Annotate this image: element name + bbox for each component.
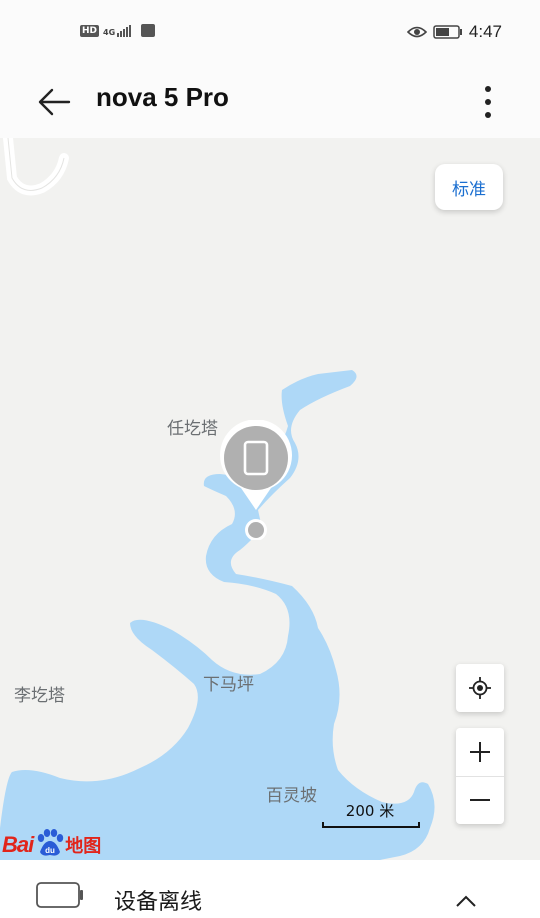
device-status-label: 设备离线	[114, 890, 203, 915]
page-title: nova 5 Pro	[96, 82, 229, 112]
back-button[interactable]	[30, 78, 78, 126]
expand-panel-button[interactable]	[448, 894, 484, 918]
map-style-button[interactable]: 标准	[435, 164, 503, 210]
crosshair-icon	[469, 677, 491, 699]
road-line	[3, 138, 69, 196]
network-icon: 4G	[103, 24, 132, 37]
status-icons-right: 4:47	[406, 22, 502, 42]
more-options-button[interactable]	[468, 78, 508, 126]
plus-icon	[470, 742, 490, 762]
zoom-in-button[interactable]	[456, 728, 504, 777]
notification-icon	[141, 24, 156, 37]
svg-text:du: du	[45, 846, 55, 855]
device-info-panel: 设备离线	[0, 860, 540, 915]
map-view[interactable]: 任圪塔 下马坪 李圪塔 百灵坡 标准 200 米 Bai du 地图	[0, 138, 540, 860]
clock: 4:47	[468, 22, 502, 41]
zoom-out-button[interactable]	[456, 776, 504, 824]
back-arrow-icon	[38, 88, 71, 116]
place-label: 下马坪	[203, 675, 254, 695]
zoom-controls	[456, 728, 504, 824]
chevron-up-icon	[456, 895, 476, 907]
status-bar: HD 4G 4:47	[0, 0, 540, 68]
place-label: 百灵坡	[266, 786, 317, 806]
more-vertical-icon	[485, 86, 491, 118]
baidu-map-logo: Bai du 地图	[2, 824, 101, 858]
scale-label: 200 米	[345, 802, 395, 820]
network-type: 4G	[103, 27, 116, 37]
battery-empty-icon	[36, 882, 83, 908]
status-icons-left: HD 4G	[80, 24, 156, 37]
paw-icon: du	[38, 829, 64, 856]
scale-bar	[322, 822, 420, 828]
minus-icon	[470, 799, 490, 801]
map-scale: 200 米	[322, 800, 420, 830]
battery-status-icon	[433, 25, 462, 39]
title-bar: nova 5 Pro	[0, 68, 540, 138]
place-label: 李圪塔	[14, 686, 65, 706]
hd-badge: HD	[80, 24, 100, 37]
device-location-marker[interactable]	[211, 420, 301, 540]
locate-button[interactable]	[456, 664, 504, 712]
eye-comfort-icon	[406, 26, 427, 38]
